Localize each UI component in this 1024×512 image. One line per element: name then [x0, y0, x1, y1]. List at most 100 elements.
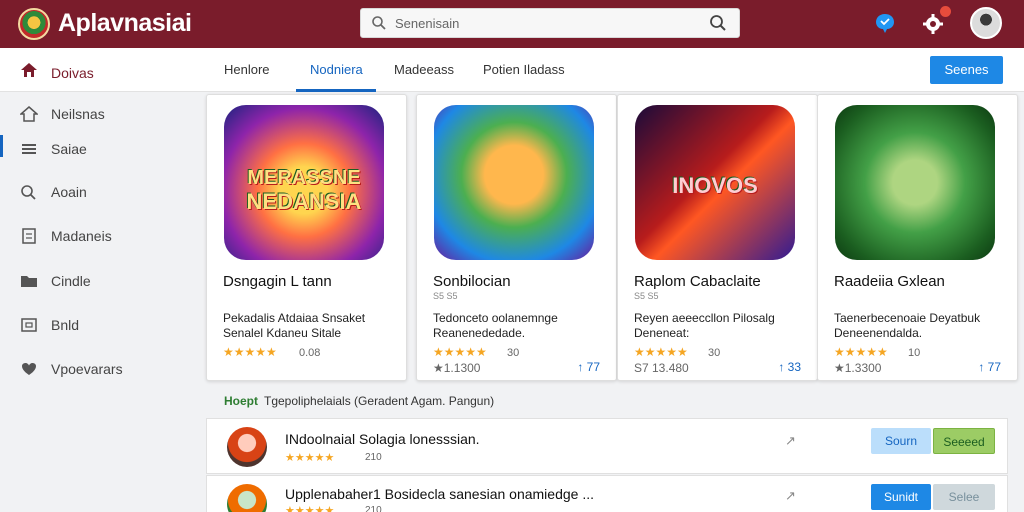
folder-icon — [20, 273, 38, 289]
chat-icon[interactable] — [874, 12, 896, 39]
download-count: ★1.3300 — [834, 361, 882, 375]
user-avatar[interactable] — [970, 7, 1002, 39]
sidebar-item-madaneis[interactable]: Madaneis — [0, 220, 188, 252]
home-outline-icon — [19, 106, 39, 122]
rating-count: 210 — [365, 452, 382, 463]
expand-arrow-icon[interactable]: ↗ — [785, 433, 796, 449]
star-rating: ★★★★★ — [634, 345, 688, 359]
update-count: ↑ 77 — [577, 360, 600, 374]
row-secondary-button[interactable]: Selee — [933, 484, 995, 510]
app-title: Aplavnasiai — [58, 9, 192, 37]
card-description-line: Deneneat: — [634, 326, 690, 340]
card-title: Sonbilocian — [433, 273, 511, 290]
tab-nodniera[interactable]: Nodniera — [310, 62, 363, 77]
download-count: ★1.1300 — [433, 361, 481, 375]
home-icon — [20, 62, 38, 83]
rating-value: 30 — [507, 347, 520, 359]
sidebar-item-neilsnas[interactable]: Neilsnas — [0, 98, 188, 130]
notification-badge — [940, 6, 951, 17]
rating-count: 210 — [365, 505, 382, 512]
app-artwork: MERASSNE NEDANSIA — [224, 105, 384, 260]
sidebar-item-label: Vpoevarars — [51, 361, 123, 377]
star-rating: ★★★★★ — [834, 345, 888, 359]
sidebar-item-vpoevarars[interactable]: Vpoevarars — [0, 353, 188, 385]
section-title: Tgepoliphelaials (Geradent Agam. Pangun) — [264, 394, 495, 408]
home-label: Doivas — [51, 64, 94, 81]
sidebar-item-saiae[interactable]: Saiae — [0, 133, 188, 165]
primary-action-button[interactable]: Seenes — [930, 56, 1003, 84]
app-icon — [227, 427, 267, 467]
card-description-line: Reyen aeeeccllon Pilosalg — [634, 311, 775, 325]
top-bar: Aplavnasiai — [0, 0, 1024, 48]
rating-value: 30 — [708, 347, 721, 359]
card-title: Raplom Cabaclaite — [634, 273, 761, 290]
search-icon — [20, 184, 38, 200]
nav-bar: Doivas Henlore Nodniera Madeeass Potien … — [0, 48, 1024, 92]
sidebar-item-label: Neilsnas — [51, 106, 105, 122]
card-description: Tedonceto oolanemnge Reanenededade. — [433, 311, 603, 341]
star-rating: ★★★★★ — [285, 505, 335, 512]
app-card[interactable]: Raadeiia Gxlean Taenerbecenoaie Deyatbuk… — [817, 94, 1018, 381]
sidebar-item-label: Bnld — [51, 317, 80, 333]
card-description-line: Deneenendalda. — [834, 326, 923, 340]
row-primary-button[interactable]: Sunidt — [871, 484, 931, 510]
sidebar-item-label: Madaneis — [51, 228, 112, 244]
row-secondary-button[interactable]: Sourn — [871, 428, 931, 454]
app-card[interactable]: Sonbilocian S5 S5 Tedonceto oolanemnge R… — [416, 94, 617, 381]
card-description: Reyen aeeeccllon Pilosalg Deneneat: — [634, 311, 804, 341]
list-item-title: INdoolnaial Solagia lonesssian. — [285, 431, 480, 447]
card-description-line: Pekadalis Atdaiaa Snsaket — [223, 311, 366, 325]
tab-potien-iladass[interactable]: Potien Iladass — [483, 62, 565, 77]
sidebar-item-aoain[interactable]: Aoain — [0, 176, 188, 208]
sidebar: Neilsnas Saiae Aoain Madaneis Cindle Bnl… — [0, 93, 188, 512]
card-description-line: Reanenededade. — [433, 326, 526, 340]
document-icon — [20, 228, 38, 244]
art-text: INOVOS — [672, 173, 758, 198]
home-link[interactable]: Doivas — [20, 62, 94, 83]
card-description: Pekadalis Atdaiaa Snsaket Senalel Kdaneu… — [223, 311, 393, 341]
row-primary-button[interactable]: Seeeed — [933, 428, 995, 454]
app-card[interactable]: MERASSNE NEDANSIA Dsngagin L tann Pekada… — [206, 94, 407, 381]
update-count: ↑ 77 — [978, 360, 1001, 374]
sidebar-item-label: Saiae — [51, 141, 87, 157]
tab-henlore[interactable]: Henlore — [224, 62, 270, 77]
rating-value: 10 — [908, 347, 921, 359]
card-description: Taenerbecenoaie Deyatbuk Deneenendalda. — [834, 311, 1004, 341]
card-description-line: Senalel Kdaneu Sitale — [223, 326, 342, 340]
heart-icon — [20, 361, 38, 377]
search-input[interactable] — [395, 13, 695, 33]
sidebar-item-cindle[interactable]: Cindle — [0, 265, 188, 297]
search-box[interactable] — [360, 8, 740, 38]
gear-icon[interactable] — [922, 13, 944, 40]
app-artwork: INOVOS — [635, 105, 795, 260]
search-icon — [371, 15, 387, 36]
list-icon — [20, 141, 38, 157]
card-description-line: Taenerbecenoaie Deyatbuk — [834, 311, 981, 325]
search-submit-icon[interactable] — [709, 14, 727, 37]
card-description-line: Tedonceto oolanemnge — [433, 311, 558, 325]
app-logo-icon — [18, 8, 50, 40]
art-text: MERASSNE — [247, 167, 361, 189]
section-heading: Hoept Tgepoliphelaials (Geradent Agam. Pa… — [224, 394, 494, 408]
sidebar-item-label: Aoain — [51, 184, 87, 200]
art-text: NEDANSIA — [246, 189, 362, 214]
expand-arrow-icon[interactable]: ↗ — [785, 488, 796, 504]
box-icon — [20, 317, 38, 333]
app-card[interactable]: INOVOS Raplom Cabaclaite S5 S5 Reyen aee… — [617, 94, 818, 381]
tab-madeeass[interactable]: Madeeass — [394, 62, 454, 77]
card-subtitle: S5 S5 — [634, 291, 659, 301]
card-subtitle: S5 S5 — [433, 291, 458, 301]
app-icon — [227, 484, 267, 512]
sidebar-item-label: Cindle — [51, 273, 91, 289]
download-count: S7 13.480 — [634, 361, 689, 375]
update-count: ↑ 33 — [778, 360, 801, 374]
list-item-title: Upplenabaher1 Bosidecla sanesian onamied… — [285, 486, 594, 502]
app-artwork — [434, 105, 594, 260]
star-rating: ★★★★★ — [223, 345, 277, 359]
list-item[interactable]: INdoolnaial Solagia lonesssian. ★★★★★ 21… — [206, 418, 1008, 474]
list-item[interactable]: Upplenabaher1 Bosidecla sanesian onamied… — [206, 475, 1008, 512]
sidebar-item-bnld[interactable]: Bnld — [0, 309, 188, 341]
section-highlight: Hoept — [224, 394, 258, 408]
star-rating: ★★★★★ — [285, 452, 335, 464]
active-tab-indicator — [296, 89, 376, 92]
